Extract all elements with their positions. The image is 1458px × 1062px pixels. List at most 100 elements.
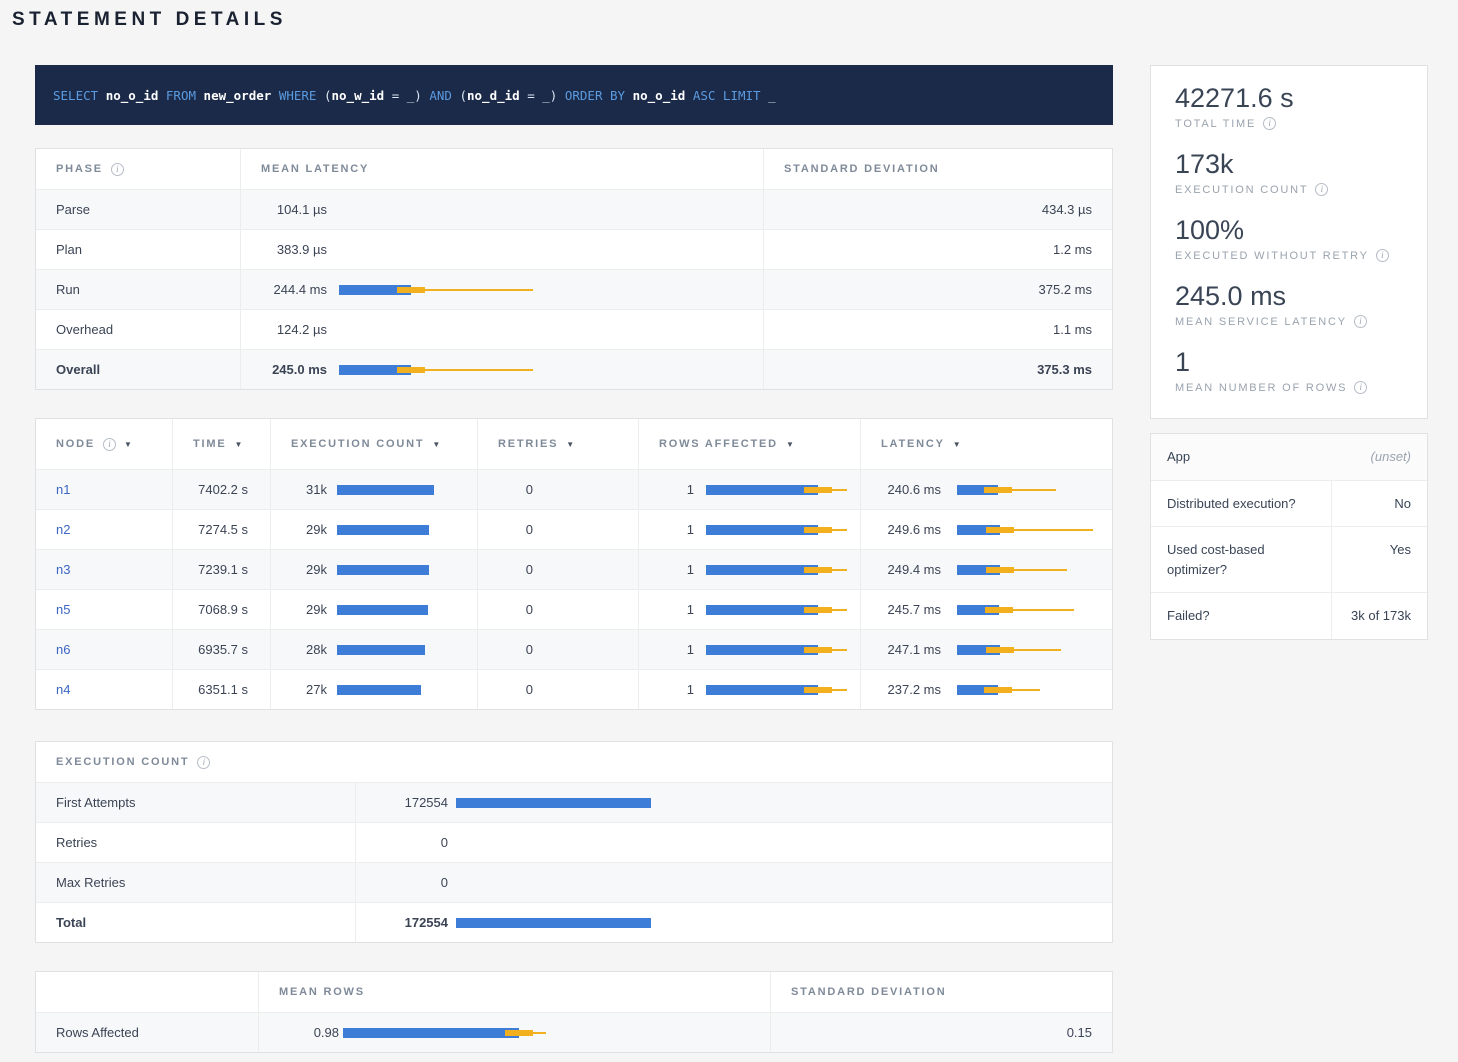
latency-column-header[interactable]: LATENCY ▼ [861, 419, 1112, 469]
detail-label: Distributed execution? [1151, 481, 1331, 527]
node-link[interactable]: n2 [56, 522, 70, 537]
sql-token: WHERE [279, 88, 324, 103]
sql-token: ( [324, 88, 332, 103]
rows-affected-value: 1 [639, 602, 694, 617]
stat-value: 42271.6 s [1175, 82, 1403, 115]
rows-affected-bar [706, 510, 848, 549]
latency-value: 249.6 ms [861, 522, 941, 537]
rows-affected-value: 1 [639, 682, 694, 697]
info-icon[interactable]: i [1354, 315, 1367, 328]
mean-bar [337, 485, 434, 495]
phase-label: Parse [56, 202, 90, 217]
stddev-tick [985, 607, 1013, 613]
statement-details-page: STATEMENT DETAILS SELECT no_o_id FROM ne… [0, 0, 1458, 1053]
stddev-tick [505, 1030, 533, 1036]
detail-value: 3k of 173k [1331, 593, 1427, 639]
mean-latency-bar [339, 270, 745, 309]
sort-desc-icon: ▼ [432, 440, 440, 449]
mean-latency-bar [339, 190, 745, 229]
stat-executed-without-retry: 100% EXECUTED WITHOUT RETRY i [1175, 214, 1403, 262]
exec-row-bar [456, 823, 1092, 862]
stddev-tick [986, 647, 1014, 653]
exec-row-bar [456, 903, 1092, 942]
info-icon[interactable]: i [1376, 249, 1389, 262]
info-icon[interactable]: i [1315, 183, 1328, 196]
sort-desc-icon: ▼ [786, 440, 794, 449]
phase-row-plan: Plan 383.9 µs 1.2 ms [36, 229, 1112, 269]
node-column-header[interactable]: NODE i ▼ [36, 419, 173, 469]
latency-bar [957, 510, 1096, 549]
detail-label: Used cost-based optimizer? [1151, 527, 1331, 592]
node-link[interactable]: n6 [56, 642, 70, 657]
node-row: n2 7274.5 s 29k 0 1 249.6 ms [36, 509, 1112, 549]
execution-count-value: 27k [271, 682, 327, 697]
sql-token: SELECT [53, 88, 106, 103]
phase-label: Plan [56, 242, 82, 257]
time-value: 7068.9 s [198, 602, 248, 617]
info-icon[interactable]: i [197, 756, 210, 769]
exec-row-label: Max Retries [56, 875, 125, 890]
time-value: 6351.1 s [198, 682, 248, 697]
phase-latency-table: PHASE i MEAN LATENCY STANDARD DEVIATION … [35, 148, 1113, 390]
phase-row-overhead: Overhead 124.2 µs 1.1 ms [36, 309, 1112, 349]
stddev-value: 434.3 µs [1042, 202, 1092, 217]
phase-label: Overhead [56, 322, 113, 337]
latency-bar [957, 590, 1096, 629]
execution-count-column-header[interactable]: EXECUTION COUNT ▼ [271, 419, 478, 469]
node-stats-table: NODE i ▼ TIME ▼ EXECUTION COUNT ▼ [35, 418, 1113, 710]
info-icon[interactable]: i [103, 438, 116, 451]
node-link[interactable]: n5 [56, 602, 70, 617]
latency-bar [957, 550, 1096, 589]
latency-value: 240.6 ms [861, 482, 941, 497]
info-icon[interactable]: i [1354, 381, 1367, 394]
node-link[interactable]: n4 [56, 682, 70, 697]
time-value: 7402.2 s [198, 482, 248, 497]
sql-token: no_o_id [106, 88, 166, 103]
latency-bar [957, 670, 1096, 709]
node-link[interactable]: n3 [56, 562, 70, 577]
info-icon[interactable]: i [111, 163, 124, 176]
stat-label: MEAN SERVICE LATENCY i [1175, 315, 1403, 328]
mean-latency-value: 383.9 µs [241, 242, 327, 257]
standard-deviation-column-header: STANDARD DEVIATION [764, 149, 1112, 189]
info-icon[interactable]: i [1263, 117, 1276, 130]
stat-label: TOTAL TIME i [1175, 117, 1403, 130]
rows-affected-column-header[interactable]: ROWS AFFECTED ▼ [639, 419, 861, 469]
stat-mean-service-latency: 245.0 ms MEAN SERVICE LATENCY i [1175, 280, 1403, 328]
retries-value: 0 [478, 602, 533, 617]
sql-token: ASC LIMIT [693, 88, 768, 103]
stat-execution-count: 173k EXECUTION COUNT i [1175, 148, 1403, 196]
mean-bar [456, 918, 651, 928]
retries-value: 0 [478, 642, 533, 657]
retries-value: 0 [478, 522, 533, 537]
stddev-tick [804, 527, 832, 533]
mean-bar [337, 525, 429, 535]
sql-token: no_d_id [467, 88, 527, 103]
retries-column-header[interactable]: RETRIES ▼ [478, 419, 639, 469]
mean-bar [337, 685, 421, 695]
page-title: STATEMENT DETAILS [12, 8, 1458, 31]
exec-row-retries: Retries 0 [36, 822, 1112, 862]
stat-value: 245.0 ms [1175, 280, 1403, 313]
retries-value: 0 [478, 482, 533, 497]
mean-bar [456, 798, 651, 808]
exec-row-value: 0 [356, 875, 448, 890]
phase-label: Run [56, 282, 80, 297]
phase-column-header: PHASE i [36, 149, 241, 189]
retries-value: 0 [478, 682, 533, 697]
sql-token: = _) [527, 88, 565, 103]
statement-attributes-card: App (unset) Distributed execution? No Us… [1150, 433, 1428, 640]
sql-token: = _) [392, 88, 430, 103]
latency-value: 247.1 ms [861, 642, 941, 657]
stat-value: 100% [1175, 214, 1403, 247]
stat-value: 173k [1175, 148, 1403, 181]
rows-affected-bar [706, 470, 848, 509]
mean-bar [343, 1028, 519, 1038]
time-column-header[interactable]: TIME ▼ [173, 419, 271, 469]
mean-bar [706, 565, 818, 575]
node-link[interactable]: n1 [56, 482, 70, 497]
mean-rows-value: 0.98 [259, 1025, 339, 1040]
exec-row-value: 172554 [356, 795, 448, 810]
exec-row-first-attempts: First Attempts 172554 [36, 782, 1112, 822]
detail-value: Yes [1331, 527, 1427, 592]
